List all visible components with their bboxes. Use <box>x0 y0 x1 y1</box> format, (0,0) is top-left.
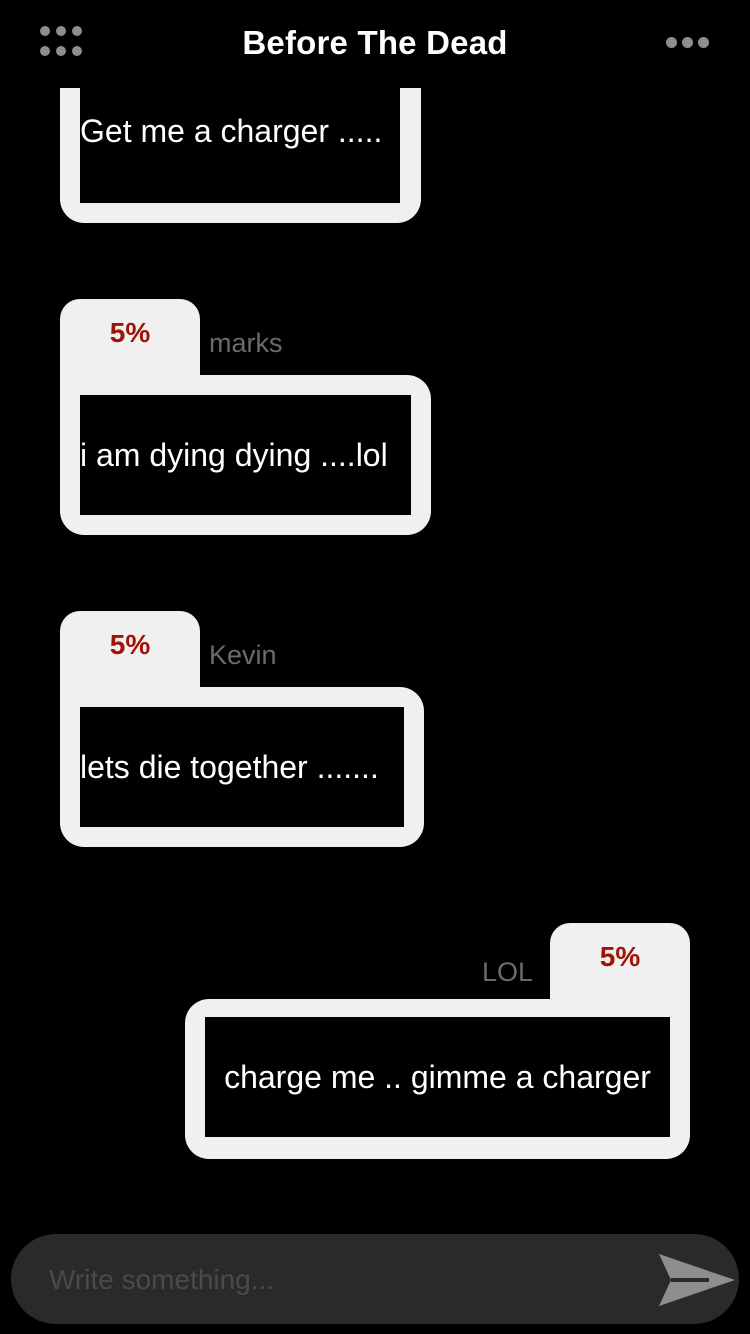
sender-name: marks <box>209 328 283 358</box>
send-button[interactable] <box>657 1252 737 1308</box>
message-bubble: lets die together ....... <box>60 687 424 847</box>
message-text: lets die together ....... <box>80 707 404 827</box>
send-arrow-icon <box>659 1254 735 1306</box>
message-text: charge me .. gimme a charger <box>205 1017 670 1137</box>
chat-screen: Get me a charger ..... 5% marks i am dyi… <box>0 0 750 1334</box>
battery-percent: 5% <box>599 941 641 972</box>
message-input[interactable] <box>47 1256 631 1304</box>
message-composer <box>11 1234 739 1324</box>
battery-percent: 5% <box>109 317 151 348</box>
more-dots-icon[interactable] <box>666 37 710 49</box>
page-title: Before The Dead <box>242 24 508 61</box>
battery-percent: 5% <box>109 629 151 660</box>
sender-name: Kevin <box>209 640 277 670</box>
message-bubble: charge me .. gimme a charger <box>185 999 690 1159</box>
message-text: i am dying dying ....lol <box>80 395 411 515</box>
message-bubble: i am dying dying ....lol <box>60 375 431 535</box>
sender-name: LOL <box>482 957 534 987</box>
app-header: Before The Dead <box>0 0 750 88</box>
